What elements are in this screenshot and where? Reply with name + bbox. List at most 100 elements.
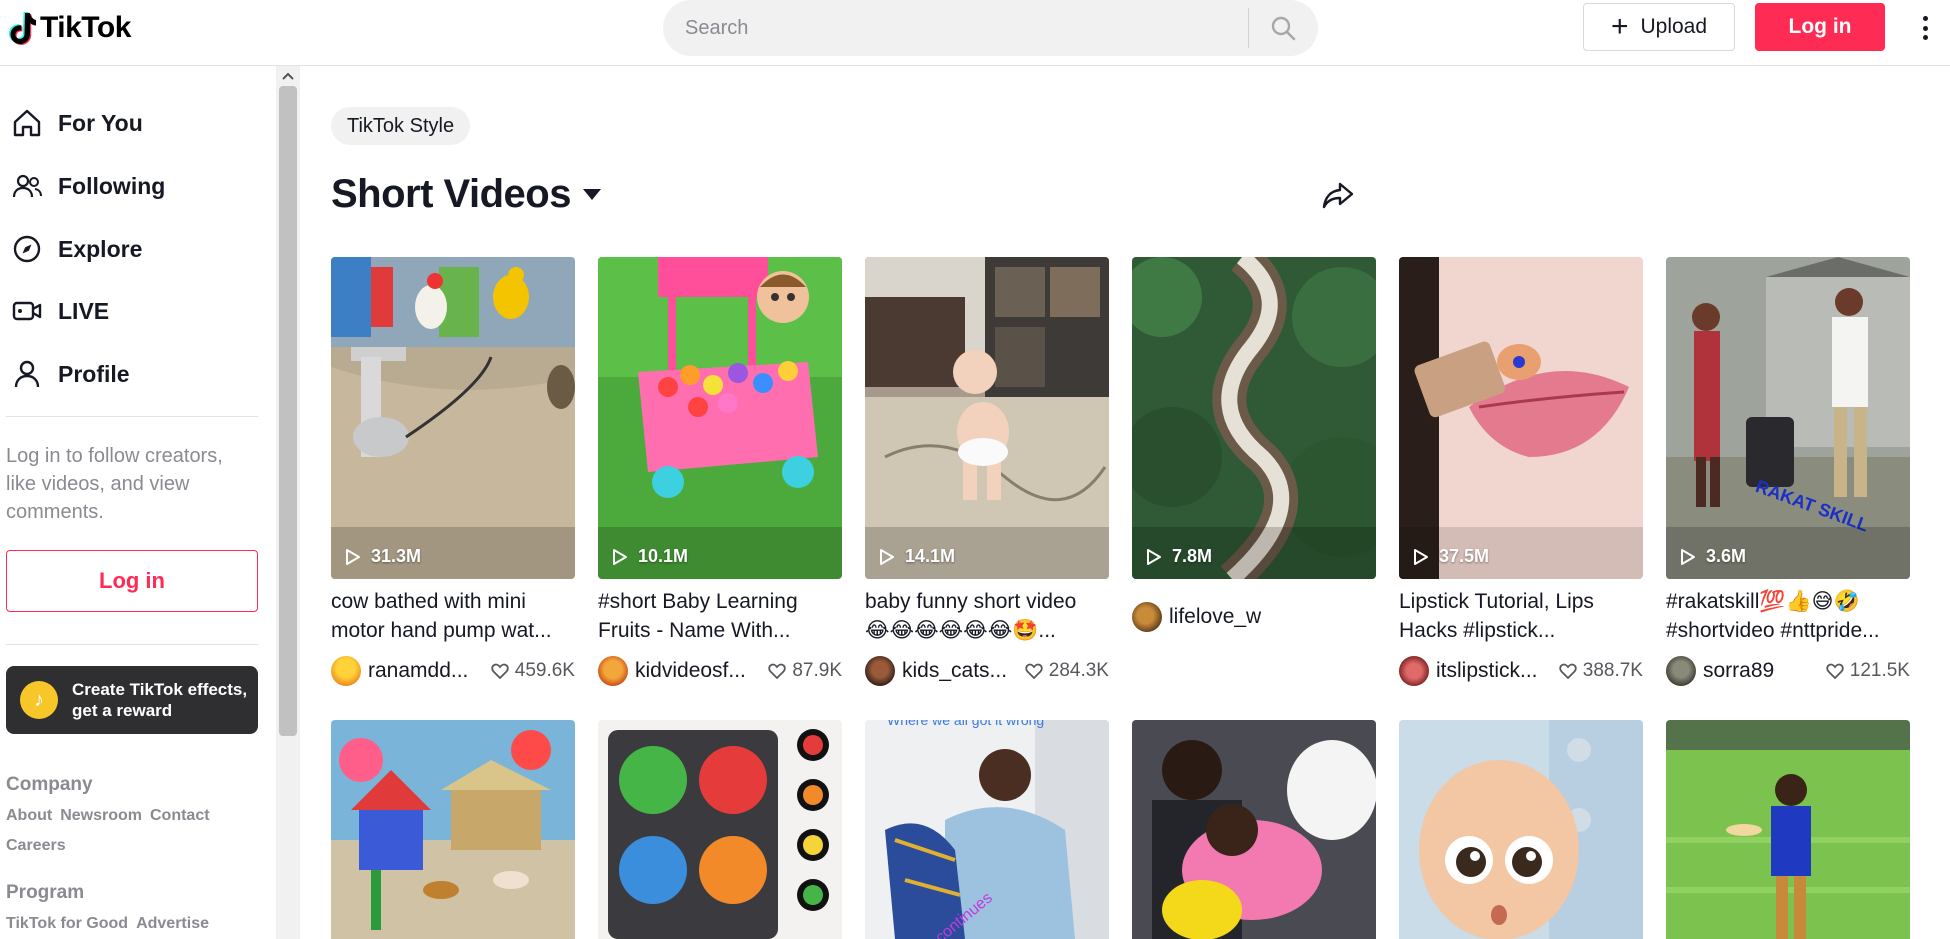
upload-button[interactable]: + Upload bbox=[1583, 3, 1735, 51]
tiktok-logo[interactable]: TikTok bbox=[6, 6, 131, 50]
play-icon bbox=[1681, 548, 1695, 565]
video-meta: itslipstick... 388.7K bbox=[1399, 655, 1643, 687]
sidebar-item-live[interactable]: LIVE bbox=[0, 286, 260, 336]
sidebar-item-explore[interactable]: Explore bbox=[0, 224, 260, 274]
avatar[interactable] bbox=[1132, 602, 1162, 632]
effects-reward-banner[interactable]: ♪ Create TikTok effects, get a reward bbox=[6, 666, 258, 734]
video-title[interactable]: baby funny short video 😂😂😂😂😂😂🤩... bbox=[865, 587, 1109, 645]
video-title-line: cow bathed with mini bbox=[331, 590, 526, 613]
play-icon bbox=[880, 548, 894, 565]
scroll-up-arrow-icon[interactable] bbox=[276, 66, 300, 86]
like-count: 459.6K bbox=[491, 660, 575, 682]
video-thumbnail[interactable]: 7.8M bbox=[1132, 257, 1376, 579]
avatar[interactable] bbox=[865, 656, 895, 686]
avatar[interactable] bbox=[331, 656, 361, 686]
video-thumbnail[interactable] bbox=[1666, 720, 1910, 939]
share-icon[interactable] bbox=[1321, 178, 1355, 212]
video-thumbnail[interactable] bbox=[331, 720, 575, 939]
avatar[interactable] bbox=[1666, 656, 1696, 686]
sidebar-item-label: For You bbox=[58, 109, 143, 136]
video-thumbnail[interactable]: 37.5M bbox=[1399, 257, 1643, 579]
video-title-line: motor hand pump wat... bbox=[331, 619, 552, 642]
search-input[interactable] bbox=[663, 16, 1248, 40]
category-chip[interactable]: TikTok Style bbox=[331, 107, 471, 145]
login-button[interactable]: Log in bbox=[1755, 3, 1885, 51]
video-thumbnail[interactable]: 31.3M bbox=[331, 257, 575, 579]
sidebar-item-profile[interactable]: Profile bbox=[0, 349, 260, 399]
video-title-line: Lipstick Tutorial, Lips bbox=[1399, 590, 1594, 613]
like-count: 388.7K bbox=[1559, 660, 1643, 682]
sidebar-item-label: Profile bbox=[58, 360, 130, 387]
video-thumbnail[interactable]: continues Where we all got it wrong bbox=[865, 720, 1109, 939]
sidebar-item-following[interactable]: Following bbox=[0, 161, 260, 211]
effects-coin-icon: ♪ bbox=[20, 681, 58, 719]
play-icon bbox=[1414, 548, 1428, 565]
play-icon bbox=[1147, 548, 1161, 565]
sidebar-item-label: Following bbox=[58, 172, 166, 199]
more-menu-icon[interactable] bbox=[1915, 12, 1935, 44]
sidebar-scrollbar[interactable] bbox=[276, 66, 300, 939]
like-count-text: 388.7K bbox=[1582, 660, 1643, 681]
scrollbar-thumb[interactable] bbox=[279, 86, 297, 736]
footer-link-advertise[interactable]: Advertise bbox=[136, 915, 209, 933]
like-count-text: 459.6K bbox=[514, 660, 575, 681]
view-count: 14.1M bbox=[879, 546, 955, 567]
video-title[interactable]: cow bathed with mini motor hand pump wat… bbox=[331, 587, 575, 645]
author-name[interactable]: kids_cats... bbox=[902, 659, 1007, 683]
footer-link-newsroom[interactable]: Newsroom bbox=[60, 807, 142, 825]
view-count-text: 10.1M bbox=[638, 546, 689, 566]
avatar[interactable] bbox=[1399, 656, 1429, 686]
footer-link-about[interactable]: About bbox=[6, 807, 52, 825]
author-name[interactable]: kidvideosf... bbox=[635, 659, 746, 683]
company-links-2: Careers bbox=[6, 837, 66, 855]
play-icon bbox=[346, 548, 360, 565]
video-meta: ranamdd... 459.6K bbox=[331, 655, 575, 687]
video-title-line: #rakatskill💯👍😅🤣 bbox=[1666, 590, 1860, 613]
video-title[interactable]: Lipstick Tutorial, Lips Hacks #lipstick.… bbox=[1399, 587, 1643, 645]
heart-icon bbox=[1826, 663, 1844, 679]
video-meta: kids_cats... 284.3K bbox=[865, 655, 1109, 687]
home-icon bbox=[10, 106, 44, 140]
search-button[interactable] bbox=[1249, 0, 1317, 56]
author-name[interactable]: sorra89 bbox=[1703, 659, 1774, 683]
footer-link-tiktok-for-good[interactable]: TikTok for Good bbox=[6, 915, 128, 933]
sidebar-login-button[interactable]: Log in bbox=[6, 550, 258, 612]
view-count-text: 37.5M bbox=[1439, 546, 1490, 566]
footer-link-contact[interactable]: Contact bbox=[150, 807, 210, 825]
footer-link-careers[interactable]: Careers bbox=[6, 837, 66, 855]
sidebar: For You Following Explore LIVE Profile L… bbox=[0, 66, 276, 939]
video-thumbnail[interactable]: 10.1M bbox=[598, 257, 842, 579]
tiktok-logo-icon bbox=[9, 12, 36, 45]
sidebar-item-label: LIVE bbox=[58, 297, 110, 324]
heart-icon bbox=[1559, 663, 1577, 679]
like-count-text: 87.9K bbox=[792, 660, 842, 681]
program-section-title: Program bbox=[6, 882, 85, 903]
video-title[interactable]: #rakatskill💯👍😅🤣 #shortvideo #nttpride... bbox=[1666, 587, 1910, 645]
video-title-line: #short Baby Learning bbox=[598, 590, 798, 613]
video-thumbnail[interactable] bbox=[598, 720, 842, 939]
author-name[interactable]: itslipstick... bbox=[1436, 659, 1538, 683]
compass-icon bbox=[10, 232, 44, 266]
play-icon bbox=[613, 548, 627, 565]
author-name[interactable]: ranamdd... bbox=[368, 659, 468, 683]
avatar[interactable] bbox=[598, 656, 628, 686]
video-thumbnail[interactable] bbox=[1132, 720, 1376, 939]
view-count-text: 31.3M bbox=[371, 546, 422, 566]
login-hint-text: Log in to follow creators, like videos, … bbox=[6, 445, 223, 523]
like-count-text: 284.3K bbox=[1048, 660, 1109, 681]
video-thumbnail[interactable]: RAKAT SKILL 3.6M bbox=[1666, 257, 1910, 579]
video-thumbnail[interactable]: 14.1M bbox=[865, 257, 1109, 579]
video-title[interactable]: #short Baby Learning Fruits - Name With.… bbox=[598, 587, 842, 645]
author-name[interactable]: lifelove_w bbox=[1169, 605, 1261, 629]
plus-icon: + bbox=[1610, 10, 1629, 43]
like-count-text: 121.5K bbox=[1849, 660, 1910, 681]
like-count: 284.3K bbox=[1025, 660, 1109, 682]
search-bar bbox=[663, 0, 1318, 56]
search-icon bbox=[1271, 16, 1296, 41]
effects-banner-text: Create TikTok effects, get a reward bbox=[72, 680, 248, 720]
page-title[interactable]: Short Videos bbox=[331, 172, 601, 217]
sidebar-item-for-you[interactable]: For You bbox=[0, 98, 260, 148]
video-thumbnail[interactable] bbox=[1399, 720, 1643, 939]
like-count: 121.5K bbox=[1826, 660, 1910, 682]
view-count: 3.6M bbox=[1680, 546, 1746, 567]
